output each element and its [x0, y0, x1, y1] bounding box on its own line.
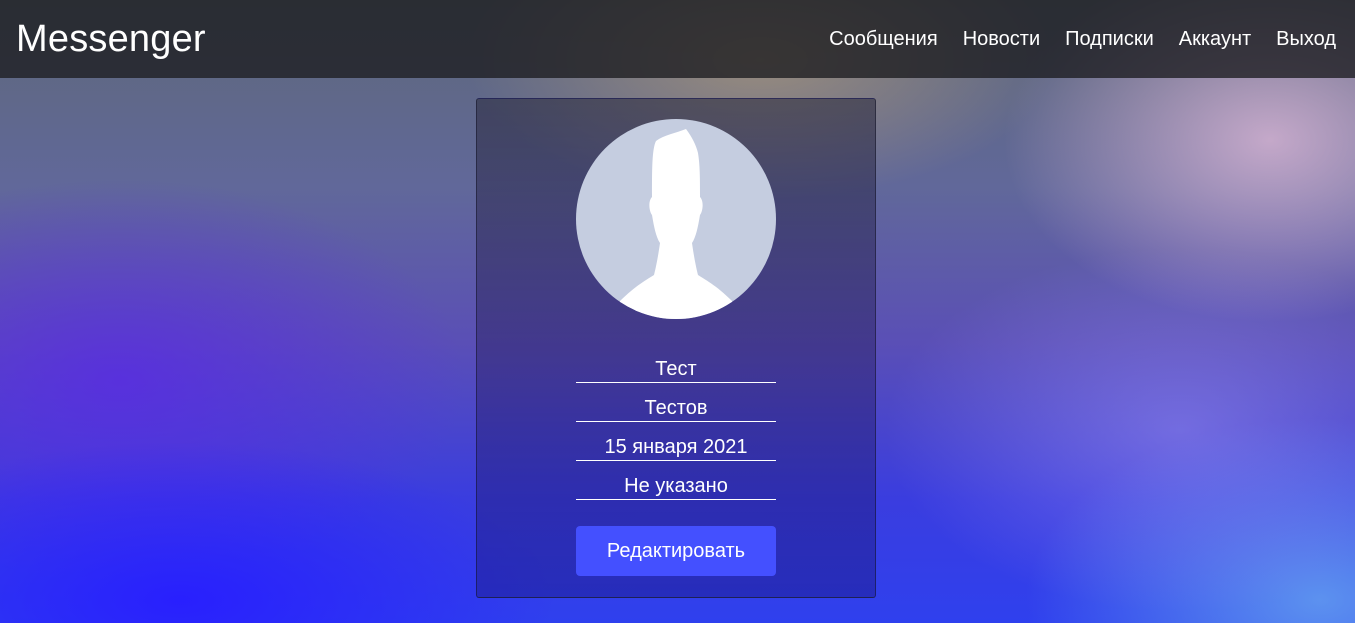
top-navbar: Messenger Сообщения Новости Подписки Акк…	[0, 0, 1355, 78]
page-background: Messenger Сообщения Новости Подписки Акк…	[0, 0, 1355, 623]
avatar	[576, 119, 776, 319]
nav-link-account[interactable]: Аккаунт	[1179, 28, 1251, 51]
nav-links: Сообщения Новости Подписки Аккаунт Выход	[829, 28, 1336, 51]
profile-fields: Тест Тестов 15 января 2021 Не указано	[576, 357, 776, 513]
profile-card: Тест Тестов 15 января 2021 Не указано Ре…	[476, 98, 876, 598]
nav-link-subscriptions[interactable]: Подписки	[1065, 28, 1154, 51]
brand-logo[interactable]: Messenger	[16, 18, 206, 61]
extra-info-field: Не указано	[576, 474, 776, 500]
nav-link-messages[interactable]: Сообщения	[829, 28, 938, 51]
last-name-field: Тестов	[576, 396, 776, 422]
birth-date-field: 15 января 2021	[576, 435, 776, 461]
edit-profile-button[interactable]: Редактировать	[576, 526, 776, 576]
first-name-field: Тест	[576, 357, 776, 383]
default-user-silhouette-icon	[616, 129, 736, 319]
nav-link-logout[interactable]: Выход	[1276, 28, 1336, 51]
nav-link-news[interactable]: Новости	[963, 28, 1040, 51]
